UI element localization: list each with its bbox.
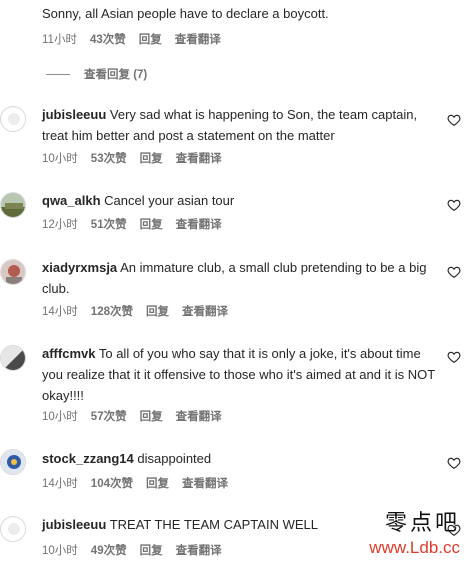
default-avatar-icon[interactable] [0,516,26,542]
comment-meta: 10小时 53次赞 回复 查看翻译 [42,150,222,166]
comment-body: jubisleeuu Very sad what is happening to… [42,104,442,146]
user-avatar[interactable] [0,449,26,475]
like-count[interactable]: 57次赞 [91,408,127,424]
like-count[interactable]: 53次赞 [91,150,127,166]
translate-button[interactable]: 查看翻译 [176,542,222,558]
comment-meta: 14小时 104次赞 回复 查看翻译 [42,475,228,491]
comment-meta: 10小时 49次赞 回复 查看翻译 [42,542,222,558]
comment-text: Cancel your asian tour [104,193,235,208]
comment-username[interactable]: stock_zzang14 [42,451,134,466]
comment-text: disappointed [137,451,212,466]
comment-username[interactable]: jubisleeuu [42,107,106,122]
heart-outline-icon[interactable] [447,350,461,364]
reply-button[interactable]: 回复 [146,303,169,319]
default-avatar-icon[interactable] [0,106,26,132]
like-count[interactable]: 51次赞 [91,216,127,232]
like-count[interactable]: 128次赞 [91,303,133,319]
comment-body: stock_zzang14 disappointed [42,448,442,469]
divider-line [46,73,70,75]
comment-username[interactable]: xiadyrxmsja [42,260,117,275]
reply-button[interactable]: 回复 [140,542,163,558]
comment-text: TREAT THE TEAM CAPTAIN WELL [109,517,318,532]
watermark-chinese: 零点吧 [384,511,460,536]
comment-username[interactable]: jubisleeuu [42,517,106,532]
translate-button[interactable]: 查看翻译 [176,150,222,166]
comment-time: 10小时 [42,153,78,165]
reply-button[interactable]: 回复 [139,31,162,47]
reply-button[interactable]: 回复 [140,216,163,232]
comment-meta: 12小时 51次赞 回复 查看翻译 [42,216,222,232]
comment-time: 12小时 [42,219,78,231]
translate-button[interactable]: 查看翻译 [175,31,221,47]
like-count[interactable]: 49次赞 [91,542,127,558]
comment-text: Sonny, all Asian people have to declare … [42,6,329,21]
reply-button[interactable]: 回复 [140,408,163,424]
translate-button[interactable]: 查看翻译 [176,216,222,232]
comment-meta: 11小时 43次赞 回复 查看翻译 [42,31,221,47]
comment-meta: 14小时 128次赞 回复 查看翻译 [42,303,228,319]
like-count[interactable]: 104次赞 [91,475,133,491]
view-replies-label: 查看回复 (7) [84,69,148,81]
comment-time: 10小时 [42,545,78,557]
comment-time: 14小时 [42,306,78,318]
like-count[interactable]: 43次赞 [90,31,126,47]
reply-button[interactable]: 回复 [146,475,169,491]
comment-meta: 10小时 57次赞 回复 查看翻译 [42,408,222,424]
comment-username[interactable]: afffcmvk [42,346,95,361]
comment-body: afffcmvk To all of you who say that it i… [42,343,442,406]
heart-outline-icon[interactable] [447,198,461,212]
user-avatar[interactable] [0,345,26,371]
view-replies-button[interactable]: 查看回复 (7) [46,66,147,82]
heart-outline-icon[interactable] [447,456,461,470]
heart-outline-icon[interactable] [447,265,461,279]
user-avatar[interactable] [0,259,26,285]
translate-button[interactable]: 查看翻译 [176,408,222,424]
watermark-url: www.Ldb.cc [369,538,460,557]
comment-time: 10小时 [42,411,78,423]
translate-button[interactable]: 查看翻译 [182,475,228,491]
comment-body: xiadyrxmsja An immature club, a small cl… [42,257,442,299]
user-avatar[interactable] [0,192,26,218]
heart-outline-icon[interactable] [447,113,461,127]
comment-body: qwa_alkh Cancel your asian tour [42,190,442,211]
site-watermark: 零点吧 www.Ldb.cc [369,511,460,559]
comment-username[interactable]: qwa_alkh [42,193,101,208]
comment-text: To all of you who say that it is only a … [42,346,435,403]
comment-time: 14小时 [42,478,78,490]
translate-button[interactable]: 查看翻译 [182,303,228,319]
reply-button[interactable]: 回复 [140,150,163,166]
comment-time: 11小时 [42,34,77,46]
